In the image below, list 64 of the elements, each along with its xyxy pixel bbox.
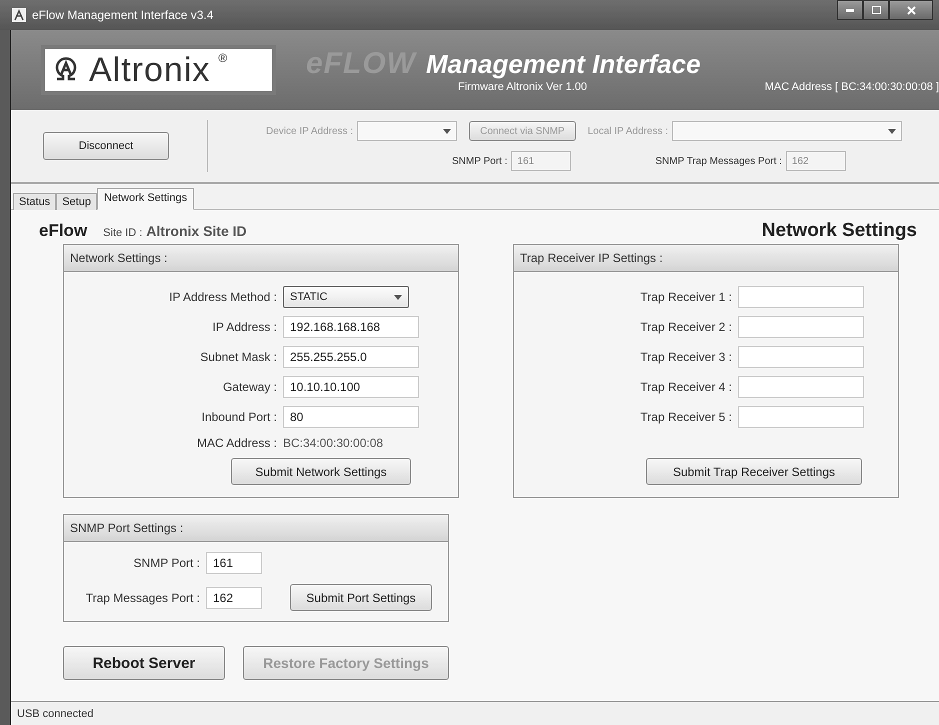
close-icon <box>906 6 916 14</box>
maximize-button[interactable] <box>863 0 889 20</box>
text-field[interactable]: 192.168.168.168 <box>283 316 419 338</box>
tab[interactable]: Setup <box>56 193 97 210</box>
tab[interactable]: Status <box>13 193 56 210</box>
local-ip-dropdown[interactable] <box>672 121 902 141</box>
field-label: SNMP Trap Messages Port : <box>655 156 782 166</box>
text-field[interactable]: 10.10.10.100 <box>283 376 419 398</box>
field-label: MAC Address : <box>196 436 277 450</box>
caret-icon <box>394 294 402 300</box>
text-field[interactable] <box>738 376 864 398</box>
field-label: Inbound Port : <box>200 410 277 424</box>
ip-method-dropdown[interactable]: STATIC <box>283 286 409 308</box>
caret-icon <box>443 128 452 134</box>
field-label: SNMP Port : <box>452 156 508 166</box>
field-label: Subnet Mask : <box>199 350 277 364</box>
text-field[interactable]: 161 <box>206 552 262 574</box>
text-field[interactable] <box>738 316 864 338</box>
submit-port-button[interactable]: Submit Port Settings <box>290 584 432 611</box>
minimize-button[interactable] <box>837 0 863 20</box>
panel-header: Network Settings : <box>64 245 458 272</box>
field-label: Local IP Address : <box>588 126 668 136</box>
caret-icon <box>888 128 896 134</box>
window-title: eFlow Management Interface v3.4 <box>32 8 214 22</box>
text-field[interactable]: 80 <box>283 406 419 428</box>
device-ip-dropdown[interactable] <box>357 121 458 141</box>
maximize-icon <box>872 6 880 14</box>
text-field[interactable] <box>738 286 864 308</box>
field-label: Trap Receiver 2 : <box>639 320 732 334</box>
field-label: Device IP Address : <box>266 126 354 136</box>
field-label: Trap Receiver 4 : <box>639 380 732 394</box>
minimize-icon <box>846 8 854 12</box>
status-text: USB connected <box>17 708 94 720</box>
field-label: Trap Receiver 1 : <box>639 290 732 304</box>
submit-trap-button[interactable]: Submit Trap Receiver Settings <box>646 458 862 485</box>
tab[interactable]: Network Settings <box>96 188 194 210</box>
text-field[interactable]: 162 <box>206 586 262 608</box>
logo-icon <box>12 8 26 22</box>
brand-name: Altronix <box>89 50 210 90</box>
field-label: Trap Messages Port : <box>84 590 200 604</box>
site-label: Site ID : <box>103 227 142 239</box>
text-field[interactable] <box>738 346 864 368</box>
panel-header: SNMP Port Settings : <box>64 515 448 542</box>
field-label: IP Address : <box>212 320 277 334</box>
field-label: Trap Receiver 5 : <box>639 410 732 424</box>
panel-header: Trap Receiver IP Settings : <box>514 245 898 272</box>
banner-title: Management Interface <box>426 49 701 80</box>
registered-mark: ® <box>218 51 228 65</box>
firmware-version: Firmware Altronix Ver 1.00 <box>458 81 587 93</box>
disconnect-button[interactable]: Disconnect <box>43 132 169 160</box>
field-value: BC:34:00:30:00:08 <box>283 436 384 450</box>
close-button[interactable] <box>889 0 933 20</box>
page-brand: eFlow <box>39 221 88 241</box>
action-button[interactable]: Reboot Server <box>63 646 225 680</box>
mac-address: MAC Address [ BC:34:00:30:00:08 ] <box>764 81 939 93</box>
text-field[interactable]: 255.255.255.0 <box>283 346 419 368</box>
field-label: Gateway : <box>222 380 277 394</box>
text-field[interactable] <box>738 406 864 428</box>
field-label: IP Address Method : <box>168 290 277 304</box>
page-title: Network Settings <box>762 220 917 242</box>
field-label: Trap Receiver 3 : <box>639 350 732 364</box>
submit-network-button[interactable]: Submit Network Settings <box>231 458 411 485</box>
field-label: SNMP Port : <box>132 556 200 570</box>
site-id: Altronix Site ID <box>146 223 248 239</box>
